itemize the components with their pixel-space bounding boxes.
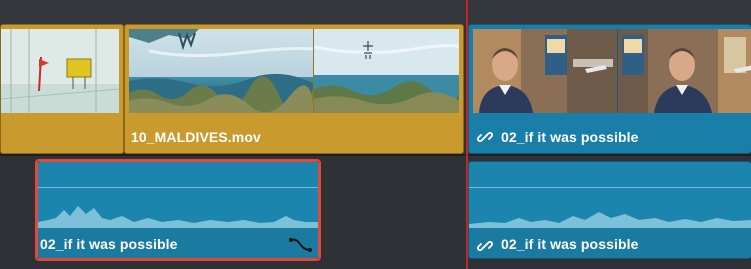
link-icon [477, 241, 493, 251]
video-clip-maldives[interactable]: 10_MALDIVES.mov [124, 24, 464, 154]
link-icon [477, 132, 493, 142]
clip-label: 02_if it was possible [501, 236, 639, 252]
clip-thumbnail [129, 29, 314, 113]
playhead[interactable] [466, 0, 468, 269]
selection-outline [35, 159, 321, 261]
audio-clip-if-it-was-possible[interactable]: 02_if it was possible [468, 161, 751, 259]
clip-label: 10_MALDIVES.mov [131, 129, 261, 145]
audio-waveform [469, 212, 751, 228]
clip-thumbnail [618, 29, 751, 113]
clip-label: 02_if it was possible [501, 129, 639, 145]
clip-thumbnail [1, 29, 119, 113]
video-clip-1[interactable] [0, 24, 124, 154]
timeline: 10_MALDIVES.mov 02_if it was possible 02… [0, 0, 751, 269]
video-clip-if-it-was-possible[interactable]: 02_if it was possible [468, 24, 751, 154]
clip-thumbnail [473, 29, 618, 113]
volume-line [469, 187, 751, 188]
clip-thumbnail [314, 29, 459, 113]
timeline-ruler [0, 0, 751, 24]
